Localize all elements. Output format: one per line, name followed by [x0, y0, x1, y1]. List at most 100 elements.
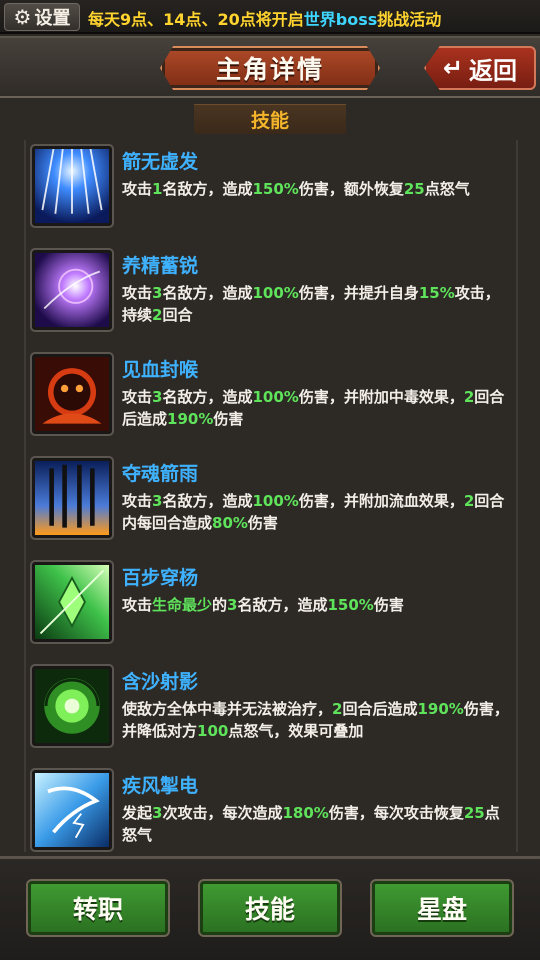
poison-demon-icon[interactable]	[30, 352, 114, 436]
description-text: 攻击	[122, 388, 153, 406]
skill-description: 攻击3名敌方，造成100%伤害，并附加中毒效果，2回合后造成190%伤害	[122, 386, 510, 430]
skill-description: 攻击生命最少的3名敌方，造成150%伤害	[122, 594, 510, 616]
skill-list[interactable]: 箭无虚发 攻击1名敌方，造成150%伤害，额外恢复25点怒气 养精蓄锐 攻击3名敌方，…	[24, 140, 518, 852]
description-text: 发起	[122, 804, 153, 822]
marquee-segment: 世界boss	[303, 10, 378, 29]
skill-name: 含沙射影	[122, 671, 199, 693]
description-text: 回合	[162, 306, 193, 324]
skill-description: 攻击3名敌方，造成100%伤害，并附加流血效果，2回合内每回合造成80%伤害	[122, 490, 510, 534]
header: 主角详情 ↵ 返回	[0, 36, 540, 98]
highlight-value: 100%	[252, 388, 299, 406]
description-text: 回合后造成	[342, 700, 418, 718]
green-arrow-icon[interactable]	[30, 560, 114, 644]
description-text: 伤害，额外恢复	[298, 180, 404, 198]
marquee-segment: 每天	[88, 10, 121, 29]
description-text: 伤害	[213, 410, 244, 428]
wind-lightning-icon[interactable]	[30, 768, 114, 852]
marquee-segment: 9点	[120, 10, 148, 29]
skill-description: 攻击3名敌方，造成100%伤害，并提升自身15%攻击，持续2回合	[122, 282, 510, 326]
description-text: 攻击	[122, 284, 153, 302]
settings-label: 设置	[34, 8, 71, 29]
highlight-value: 2	[463, 388, 475, 406]
highlight-value: 2	[332, 700, 343, 718]
highlight-value: 150%	[327, 596, 374, 614]
marquee-segment: 、	[201, 10, 218, 29]
highlight-value: 80%	[212, 514, 248, 532]
description-text: 攻击	[122, 492, 153, 510]
description-text: 伤害，并附加流血效果，	[298, 492, 464, 510]
arrow-rain-blue-icon[interactable]	[30, 144, 114, 228]
description-text: 名敌方，造成	[162, 492, 253, 510]
marquee-segment: 20点	[217, 10, 256, 29]
highlight-value: 3	[152, 804, 163, 822]
description-text: 伤害	[247, 514, 278, 532]
marquee-segment: 挑战活动	[377, 10, 442, 29]
skill-row[interactable]: 养精蓄锐 攻击3名敌方，造成100%伤害，并提升自身15%攻击，持续2回合	[26, 244, 516, 348]
marquee-segment: 14点	[163, 10, 202, 29]
page-title: 主角详情	[160, 46, 380, 90]
marquee-segment: 将开启	[255, 10, 304, 29]
skill-name: 箭无虚发	[122, 151, 199, 173]
description-text: 名敌方，造成	[237, 596, 328, 614]
skill-row[interactable]: 百步穿杨攻击生命最少的3名敌方，造成150%伤害	[26, 556, 516, 660]
skill-row[interactable]: 箭无虚发攻击1名敌方，造成150%伤害，额外恢复25点怒气	[26, 140, 516, 244]
highlight-value: 100%	[252, 284, 299, 302]
highlight-value: 15%	[418, 284, 455, 302]
highlight-value: 100	[197, 722, 229, 740]
section-tab-skills: 技能	[194, 104, 346, 134]
star-chart-button[interactable]: 星盘	[370, 879, 514, 937]
description-text: 次攻击，每次造成	[162, 804, 283, 822]
highlight-value: 2	[152, 306, 163, 324]
description-text: 名敌方，造成	[162, 180, 253, 198]
description-text: 点怒气	[424, 180, 470, 198]
green-vortex-icon[interactable]	[30, 664, 114, 748]
marquee-segment: 、	[147, 10, 164, 29]
highlight-value: 150%	[252, 180, 299, 198]
skill-row[interactable]: 见血封喉 攻击3名敌方，造成100%伤害，并附加中毒效果，2回合后造成190%伤害	[26, 348, 516, 452]
top-bar: ⚙ 设置 每天9点、14点、20点将开启世界boss挑战活动	[0, 0, 540, 34]
bottom-bar: 转职 技能 星盘	[0, 856, 540, 960]
back-button[interactable]: ↵ 返回	[424, 46, 536, 90]
return-arrow-icon: ↵	[442, 54, 464, 82]
description-text: 使敌方全体中毒并无法被治疗，	[122, 700, 333, 718]
highlight-value: 2	[463, 492, 475, 510]
skills-button[interactable]: 技能	[198, 879, 342, 937]
skill-row[interactable]: 夺魂箭雨攻击3名敌方，造成100%伤害，并附加流血效果，2回合内每回合造成80%…	[26, 452, 516, 556]
skill-row[interactable]: 含沙射影 使敌方全体中毒并无法被治疗，2回合后造成190%伤害，并降低对方100点…	[26, 660, 516, 764]
highlight-value: 25	[403, 180, 425, 198]
skill-name: 疾风掣电	[122, 775, 199, 797]
skill-name: 夺魂箭雨	[122, 463, 199, 485]
highlight-value: 25	[463, 804, 485, 822]
description-text: 名敌方，造成	[162, 284, 253, 302]
highlight-value: 3	[152, 492, 163, 510]
skill-name: 见血封喉	[122, 359, 199, 381]
highlight-value: 1	[152, 180, 163, 198]
description-text: 点怒气，效果可叠加	[228, 722, 364, 740]
description-text: 攻击	[122, 596, 153, 614]
description-text: 攻击	[122, 180, 153, 198]
gear-icon: ⚙	[13, 5, 32, 29]
highlight-value: 3	[227, 596, 238, 614]
description-text: 伤害	[373, 596, 404, 614]
back-label: 返回	[469, 56, 518, 85]
transfer-class-button[interactable]: 转职	[26, 879, 170, 937]
highlight-value: 3	[152, 388, 163, 406]
description-text: 伤害，并附加中毒效果，	[298, 388, 464, 406]
skill-name: 百步穿杨	[122, 567, 199, 589]
skill-name: 养精蓄锐	[122, 255, 199, 277]
highlight-value: 190%	[167, 410, 214, 428]
highlight-value: 生命最少	[152, 596, 213, 614]
announcement-marquee: 每天9点、14点、20点将开启世界boss挑战活动	[88, 6, 441, 30]
highlight-value: 180%	[282, 804, 329, 822]
settings-button[interactable]: ⚙ 设置	[4, 3, 80, 31]
description-text: 伤害，并提升自身	[298, 284, 419, 302]
energy-burst-icon[interactable]	[30, 248, 114, 332]
highlight-value: 190%	[417, 700, 464, 718]
description-text: 的	[212, 596, 228, 614]
description-text: 名敌方，造成	[162, 388, 253, 406]
fire-arrows-icon[interactable]	[30, 456, 114, 540]
skill-description: 发起3次攻击，每次造成180%伤害，每次攻击恢复25点怒气	[122, 802, 510, 846]
highlight-value: 3	[152, 284, 163, 302]
skill-row[interactable]: 疾风掣电发起3次攻击，每次造成180%伤害，每次攻击恢复25点怒气	[26, 764, 516, 852]
skill-description: 攻击1名敌方，造成150%伤害，额外恢复25点怒气	[122, 178, 510, 200]
